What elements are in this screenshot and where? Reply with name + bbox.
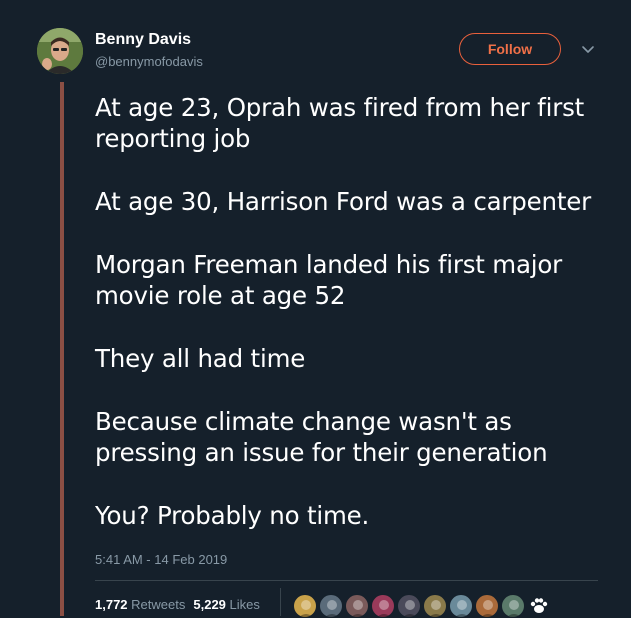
likes-count: 5,229 [193, 597, 226, 612]
tweet-paragraph: Because climate change wasn't as pressin… [95, 407, 548, 467]
retweets-label: Retweets [131, 597, 186, 612]
liker-avatar[interactable] [475, 594, 499, 618]
liker-avatar[interactable] [345, 594, 369, 618]
liker-avatar[interactable] [371, 594, 395, 618]
liker-avatar[interactable] [293, 594, 317, 618]
tweet-paragraph: At age 30, Harrison Ford was a carpenter [95, 187, 591, 216]
likes-stat[interactable]: 5,229 Likes [193, 597, 260, 612]
liker-avatar[interactable] [501, 594, 525, 618]
tweet-stats: 1,772 Retweets 5,229 Likes [95, 597, 260, 612]
user-handle[interactable]: @bennymofodavis [95, 54, 203, 69]
tweet-text: At age 23, Oprah was fired from her firs… [95, 92, 615, 531]
likes-label: Likes [229, 597, 260, 612]
liker-avatar[interactable] [449, 594, 473, 618]
tweet-timestamp[interactable]: 5:41 AM - 14 Feb 2019 [95, 552, 227, 567]
tweet-paragraph: You? Probably no time. [95, 501, 370, 530]
tweet-paragraph: Morgan Freeman landed his first major mo… [95, 250, 563, 310]
liker-avatar[interactable] [423, 594, 447, 618]
divider [95, 580, 598, 581]
liker-avatar[interactable] [397, 594, 421, 618]
paw-icon[interactable] [527, 594, 551, 618]
thread-line [60, 82, 64, 616]
liker-avatar[interactable] [319, 594, 343, 618]
user-name[interactable]: Benny Davis [95, 31, 191, 49]
chevron-down-icon[interactable] [581, 42, 595, 56]
retweets-count: 1,772 [95, 597, 128, 612]
avatar[interactable] [37, 28, 83, 74]
tweet-paragraph: At age 23, Oprah was fired from her firs… [95, 93, 585, 153]
tweet-paragraph: They all had time [95, 344, 306, 373]
follow-button[interactable]: Follow [459, 33, 561, 65]
stats-divider [280, 588, 281, 616]
retweets-stat[interactable]: 1,772 Retweets [95, 597, 185, 612]
